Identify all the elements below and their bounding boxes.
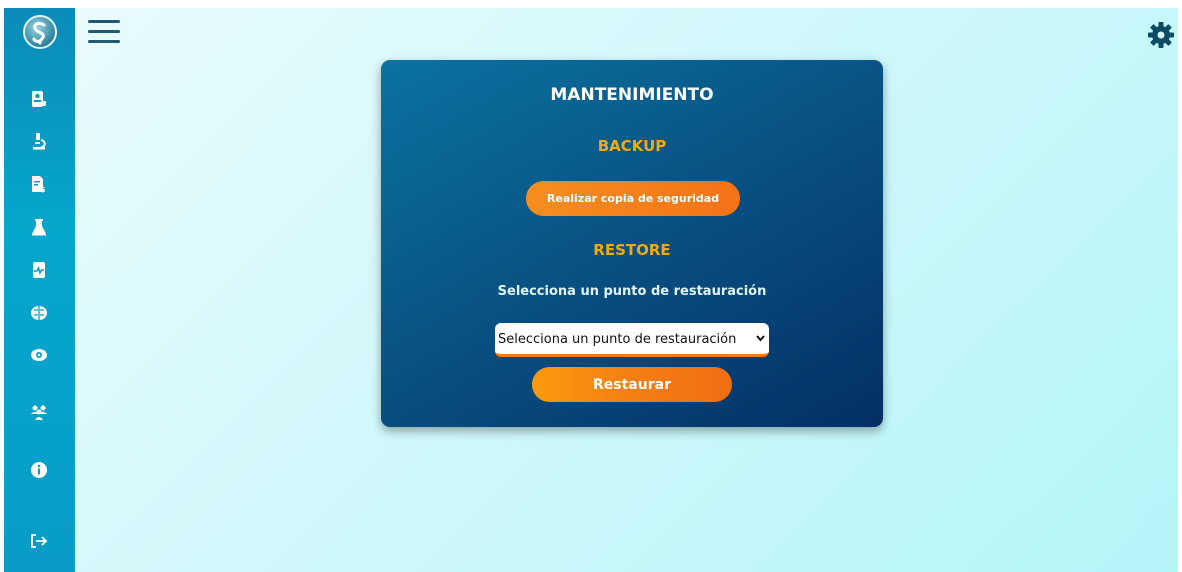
microscope-icon (33, 133, 46, 150)
chevron-down-icon (756, 335, 765, 342)
flask-icon (32, 219, 46, 236)
invoice-icon: $ (32, 176, 46, 193)
restore-point-select-value: Selecciona un punto de restauración (498, 332, 737, 347)
eye-icon (31, 349, 47, 361)
sidebar-item-records[interactable] (28, 259, 50, 281)
sidebar-item-users[interactable] (28, 401, 50, 423)
gear-icon[interactable] (1146, 20, 1176, 50)
backup-section-title: BACKUP (597, 137, 667, 155)
sidebar-item-logout[interactable] (28, 530, 50, 552)
patient-id-icon (32, 91, 46, 107)
card-title: MANTENIMIENTO (550, 85, 714, 105)
sidebar-item-billing[interactable]: $ (28, 173, 50, 195)
restore-point-select[interactable]: Selecciona un punto de restauración (495, 323, 769, 357)
sidebar: $ (4, 8, 75, 572)
restore-section-title: RESTORE (593, 241, 671, 259)
hamburger-line (88, 20, 120, 23)
hamburger-line (88, 30, 120, 33)
medical-file-icon (33, 262, 45, 278)
logout-icon (31, 534, 48, 548)
svg-text:$: $ (40, 185, 46, 193)
hamburger-line (88, 40, 120, 43)
maintenance-card: MANTENIMIENTO BACKUP Realizar copia de s… (381, 60, 883, 427)
app-window: $ MANTENIMIENTO BACKUP Realizar copia de… (4, 8, 1178, 572)
info-icon (31, 462, 47, 478)
backup-button[interactable]: Realizar copia de seguridad (526, 181, 740, 216)
sidebar-item-laboratory[interactable] (28, 130, 50, 152)
sidebar-item-patients[interactable] (28, 88, 50, 110)
sidebar-item-ophthalmology[interactable] (28, 344, 50, 366)
app-logo[interactable] (23, 15, 57, 49)
brain-icon (31, 306, 47, 320)
sidebar-item-tests[interactable] (28, 216, 50, 238)
logo-symbol-icon (32, 21, 46, 45)
users-icon (31, 405, 47, 420)
restore-point-label: Selecciona un punto de restauración (497, 284, 767, 299)
restore-button[interactable]: Restaurar (532, 367, 732, 402)
hamburger-menu-icon[interactable] (88, 20, 120, 46)
sidebar-item-neurology[interactable] (28, 302, 50, 324)
sidebar-item-about[interactable] (28, 459, 50, 481)
